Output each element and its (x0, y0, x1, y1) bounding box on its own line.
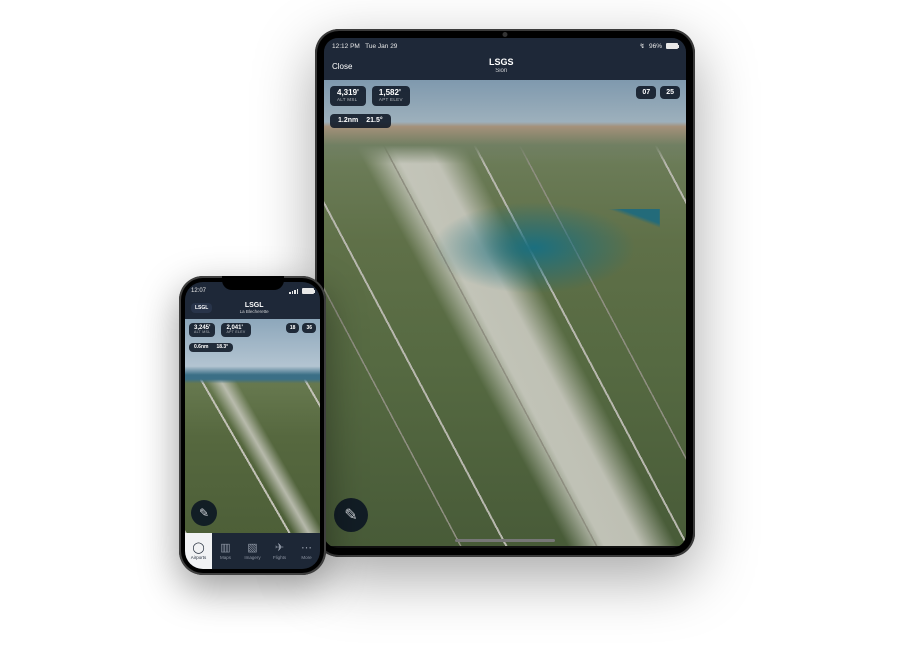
ipad-battery-percent: 96% (649, 43, 662, 50)
battery-icon (302, 288, 314, 294)
iphone-tab-bar: ◯ Airports ▥ Maps ▧ Imagery ✈ Flights ⋯ … (185, 533, 320, 569)
back-button[interactable]: LSGL (191, 303, 212, 313)
ipad-date: Tue Jan 29 (365, 43, 397, 50)
maps-icon: ▥ (220, 543, 230, 554)
more-icon: ⋯ (301, 543, 312, 554)
iphone-airport-name: La Blecherette (240, 310, 269, 315)
ipad-camera (503, 32, 508, 37)
ipad-clock: 12:12 PM (332, 43, 360, 50)
iphone-nav-bar: LSGL LSGL La Blecherette (185, 300, 320, 319)
runway-36-button[interactable]: 36 (302, 323, 316, 333)
home-indicator[interactable] (455, 539, 555, 542)
pencil-icon: ✎ (199, 506, 209, 520)
distance-bearing-chip[interactable]: 0.6nm 18.3° (189, 343, 233, 352)
annotate-button[interactable]: ✎ (191, 500, 217, 526)
tab-maps[interactable]: ▥ Maps (212, 533, 239, 569)
runway-07-button[interactable]: 07 (636, 86, 656, 99)
airport-elevation-chip[interactable]: 2,041' APT ELEV (221, 323, 250, 337)
tab-more[interactable]: ⋯ More (293, 533, 320, 569)
ipad-screen: 12:12 PM Tue Jan 29 ↯ 96% Close LSGS Sio… (324, 38, 686, 548)
tab-imagery[interactable]: ▧ Imagery (239, 533, 266, 569)
charging-icon: ↯ (640, 42, 645, 50)
iphone-map-view[interactable]: 3,245' ALT MSL 2,041' APT ELEV 0.6nm 18.… (185, 319, 320, 534)
iphone-device-frame: 12:07 LSGL LSGL La Blecherette 3,245' AL… (179, 276, 326, 575)
runway-25-button[interactable]: 25 (660, 86, 680, 99)
terrain-3d-icon (324, 80, 686, 546)
ipad-status-bar: 12:12 PM Tue Jan 29 ↯ 96% (324, 38, 686, 54)
ipad-device-frame: 12:12 PM Tue Jan 29 ↯ 96% Close LSGS Sio… (315, 29, 695, 557)
iphone-notch (222, 276, 284, 290)
iphone-screen: 12:07 LSGL LSGL La Blecherette 3,245' AL… (185, 282, 320, 569)
distance-bearing-chip[interactable]: 1.2nm 21.5° (330, 114, 391, 127)
battery-icon (666, 43, 678, 49)
iphone-clock: 12:07 (191, 288, 206, 294)
ipad-airport-name: Sion (489, 68, 514, 75)
ipad-map-view[interactable]: 4,319' ALT MSL 1,582' APT ELEV 1.2nm 21.… (324, 80, 686, 546)
ipad-nav-bar: Close LSGS Sion (324, 54, 686, 80)
flights-icon: ✈ (275, 543, 284, 554)
tab-airports[interactable]: ◯ Airports (185, 533, 212, 569)
tab-flights[interactable]: ✈ Flights (266, 533, 293, 569)
imagery-icon: ▧ (247, 543, 257, 554)
ipad-airport-code: LSGS (489, 58, 514, 68)
close-button[interactable]: Close (332, 62, 352, 71)
altitude-msl-chip[interactable]: 4,319' ALT MSL (330, 86, 366, 105)
runway-18-button[interactable]: 18 (286, 323, 300, 333)
cell-signal-icon (289, 289, 298, 294)
pencil-icon: ✎ (344, 505, 357, 525)
airport-elevation-chip[interactable]: 1,582' APT ELEV (372, 86, 410, 105)
airport-icon: ◯ (192, 543, 204, 554)
altitude-msl-chip[interactable]: 3,245' ALT MSL (189, 323, 215, 337)
